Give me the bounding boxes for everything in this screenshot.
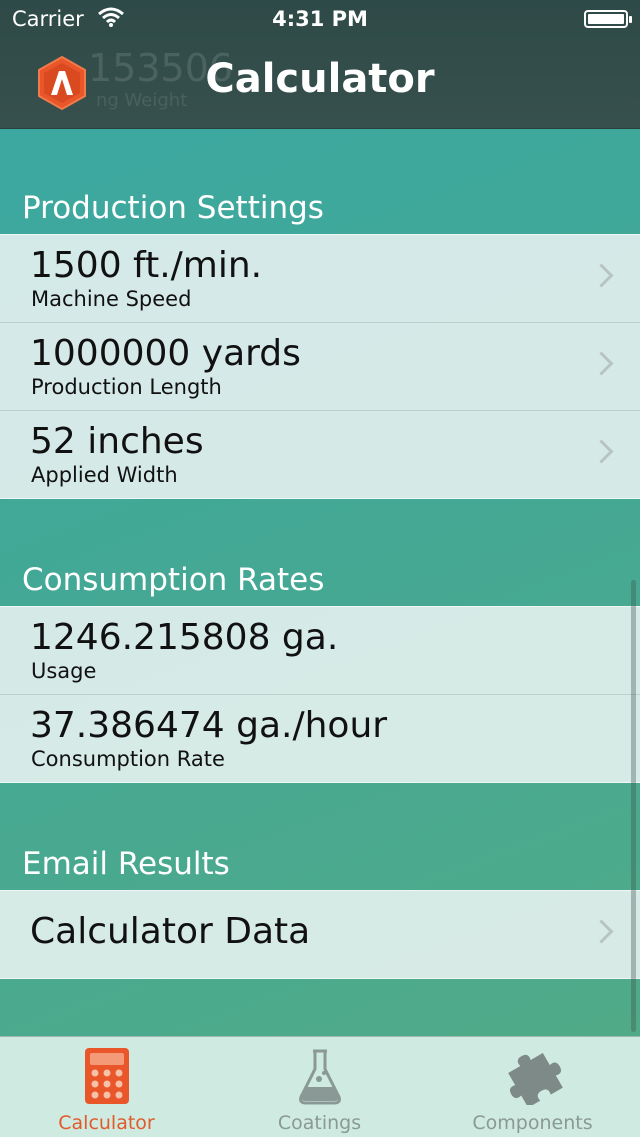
list-item-calculator-data[interactable]: Calculator Data [0,891,640,978]
tab-label: Components [472,1112,593,1134]
row-label: Machine Speed [31,287,192,311]
tab-coatings[interactable]: Coatings [213,1037,426,1137]
consumption-rates-group: 1246.215808 ga. Usage 37.386474 ga./hour… [0,606,640,783]
page-title: Calculator [205,56,435,102]
chevron-right-icon [589,919,614,944]
scrollbar[interactable] [631,580,636,1032]
list-item-production-length[interactable]: 1000000 yards Production Length [0,323,640,411]
row-value: 1500 ft./min. [30,245,263,286]
puzzle-icon [507,1053,563,1105]
section-title-email-results: Email Results [22,846,230,882]
section-title-production-settings: Production Settings [22,190,324,226]
row-value: 52 inches [30,421,204,462]
row-value: Calculator Data [30,911,311,952]
calculator-icon [84,1048,129,1104]
tab-components[interactable]: Components [426,1037,639,1137]
tab-label: Calculator [58,1112,155,1134]
row-value: 37.386474 ga./hour [30,705,388,746]
chevron-right-icon [589,351,614,376]
section-title-consumption-rates: Consumption Rates [22,562,325,598]
row-label: Applied Width [31,463,178,487]
tab-bar: Calculator Coatings Components [0,1036,640,1137]
status-time: 4:31 PM [272,7,368,31]
tab-calculator[interactable]: Calculator [0,1037,213,1137]
list-item-consumption-rate: 37.386474 ga./hour Consumption Rate [0,695,640,782]
row-label: Usage [31,659,97,683]
battery-icon [584,10,632,28]
row-label: Production Length [31,375,222,399]
email-results-group: Calculator Data [0,890,640,979]
list-item-machine-speed[interactable]: 1500 ft./min. Machine Speed [0,235,640,323]
chevron-right-icon [589,439,614,464]
navigation-bar: 153506 ng Weight Carrier 4:31 PM Calcula… [0,0,640,129]
list-item-applied-width[interactable]: 52 inches Applied Width [0,411,640,498]
row-value: 1000000 yards [30,333,301,374]
tab-label: Coatings [277,1112,362,1134]
production-settings-group: 1500 ft./min. Machine Speed 1000000 yard… [0,234,640,499]
row-value: 1246.215808 ga. [30,617,339,658]
flask-icon [298,1049,341,1105]
row-label: Consumption Rate [31,747,225,771]
chevron-right-icon [589,263,614,288]
list-item-usage: 1246.215808 ga. Usage [0,607,640,695]
status-bar: Carrier 4:31 PM [0,0,640,40]
